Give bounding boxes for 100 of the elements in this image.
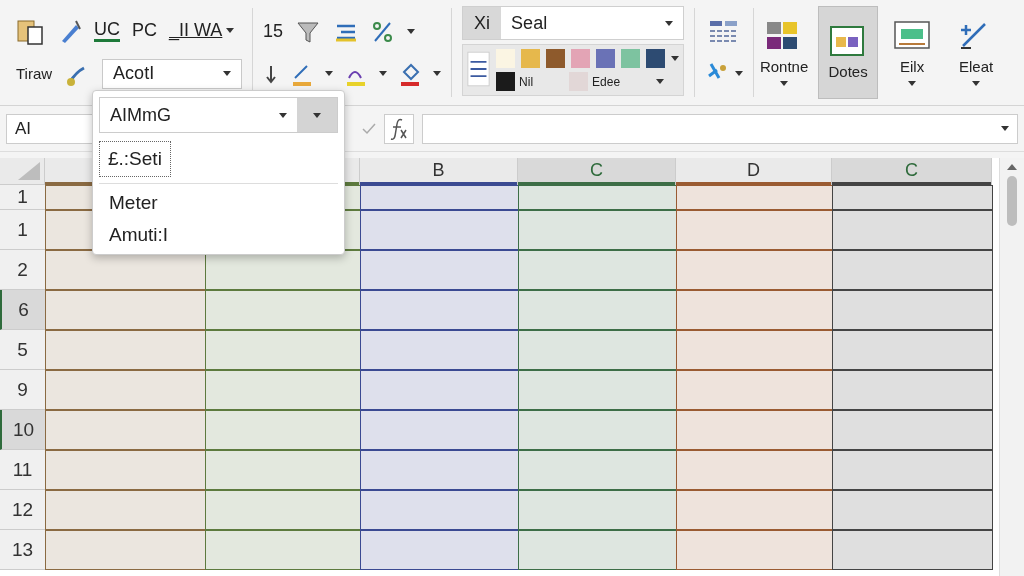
table-cell[interactable] [518, 410, 677, 450]
column-header[interactable]: C [518, 158, 676, 185]
font-style-button[interactable]: PC [132, 20, 157, 41]
check-icon[interactable] [362, 122, 376, 135]
table-cell[interactable] [518, 450, 677, 490]
table-cell[interactable] [45, 490, 206, 530]
table-cell[interactable] [360, 490, 519, 530]
table-cell[interactable] [676, 450, 833, 490]
ribbon-command-button[interactable]: Dotes [818, 6, 879, 99]
table-cell[interactable] [832, 250, 993, 290]
row-header[interactable]: 12 [0, 490, 45, 530]
table-cell[interactable] [360, 530, 519, 570]
table-cell[interactable] [832, 290, 993, 330]
table-cell[interactable] [518, 370, 677, 410]
table-cell[interactable] [45, 370, 206, 410]
table-cell[interactable] [45, 530, 206, 570]
table-cell[interactable] [518, 250, 677, 290]
style-dropdown[interactable]: Xi Seal [462, 6, 685, 40]
table-cell[interactable] [45, 330, 206, 370]
table-cell[interactable] [205, 330, 361, 370]
table-cell[interactable] [518, 490, 677, 530]
caret-icon [325, 71, 334, 76]
row-header[interactable]: 1 [0, 210, 45, 250]
caret-icon [972, 80, 981, 86]
menu-item[interactable]: £.:Seti [99, 141, 171, 177]
lines-icon[interactable] [467, 49, 491, 89]
table-cell[interactable] [360, 185, 519, 210]
row-header[interactable]: 2 [0, 250, 45, 290]
row-header[interactable]: 6 [0, 290, 45, 330]
color-swatch[interactable] [496, 72, 516, 91]
row-header[interactable]: 13 [0, 530, 45, 570]
formula-input[interactable] [422, 113, 1018, 144]
row-header[interactable]: 5 [0, 330, 45, 370]
color-swatch[interactable] [646, 49, 666, 68]
dropdown-field[interactable]: AIMmG [99, 97, 338, 133]
table-cell[interactable] [518, 210, 677, 250]
caret-icon [780, 80, 789, 86]
table-cell[interactable] [676, 250, 833, 290]
table-cell[interactable] [45, 450, 206, 490]
table-cell[interactable] [832, 185, 993, 210]
color-swatch[interactable] [571, 49, 591, 68]
table-cell[interactable] [205, 290, 361, 330]
scroll-up-icon[interactable] [1007, 164, 1017, 170]
table-cell[interactable] [518, 330, 677, 370]
ribbon-command-button[interactable]: Eilx [882, 6, 943, 99]
row-header[interactable]: 1 [0, 185, 45, 210]
table-cell[interactable] [360, 210, 519, 250]
table-cell[interactable] [676, 210, 833, 250]
color-swatch[interactable] [621, 49, 641, 68]
row-header[interactable]: 11 [0, 450, 45, 490]
row-header[interactable]: 10 [0, 410, 45, 450]
table-cell[interactable] [832, 410, 993, 450]
table-cell[interactable] [832, 370, 993, 410]
table-cell[interactable] [832, 490, 993, 530]
table-cell[interactable] [360, 250, 519, 290]
font-style-button[interactable]: UC [94, 19, 120, 42]
clipboard-label: Tiraw [16, 65, 53, 82]
table-cell[interactable] [205, 410, 361, 450]
row-header[interactable]: 9 [0, 370, 45, 410]
table-cell[interactable] [676, 370, 833, 410]
column-header[interactable]: C [832, 158, 992, 185]
table-cell[interactable] [676, 530, 833, 570]
table-cell[interactable] [360, 330, 519, 370]
function-icon[interactable] [384, 113, 414, 144]
table-cell[interactable] [676, 330, 833, 370]
swatch-label: Nil [519, 74, 534, 89]
table-cell[interactable] [832, 530, 993, 570]
column-header[interactable]: D [676, 158, 832, 185]
table-cell[interactable] [45, 290, 206, 330]
color-swatch[interactable] [596, 49, 616, 68]
scrollbar-thumb[interactable] [1007, 176, 1017, 226]
table-cell[interactable] [205, 490, 361, 530]
table-cell[interactable] [45, 410, 206, 450]
table-cell[interactable] [832, 450, 993, 490]
menu-item[interactable]: Meter [99, 184, 338, 216]
font-name-dropdown[interactable]: AcotI [102, 58, 243, 89]
table-cell[interactable] [518, 530, 677, 570]
font-style-button[interactable]: _II WA [169, 20, 235, 41]
color-swatch[interactable] [546, 49, 566, 68]
table-cell[interactable] [676, 290, 833, 330]
table-cell[interactable] [832, 330, 993, 370]
table-cell[interactable] [518, 290, 677, 330]
table-cell[interactable] [360, 370, 519, 410]
table-cell[interactable] [676, 490, 833, 530]
font-size-button[interactable]: 15 [263, 21, 284, 42]
table-cell[interactable] [676, 410, 833, 450]
ribbon-command-button[interactable]: Rontne [754, 6, 815, 99]
table-cell[interactable] [832, 210, 993, 250]
menu-item[interactable]: Amuti:I [99, 216, 338, 248]
table-cell[interactable] [360, 290, 519, 330]
table-cell[interactable] [205, 530, 361, 570]
table-cell[interactable] [518, 185, 677, 210]
ribbon-command-button[interactable]: Eleat [946, 6, 1007, 99]
column-header[interactable]: B [360, 158, 518, 185]
table-cell[interactable] [360, 450, 519, 490]
table-cell[interactable] [676, 185, 833, 210]
table-cell[interactable] [205, 450, 361, 490]
table-cell[interactable] [360, 410, 519, 450]
table-cell[interactable] [205, 370, 361, 410]
color-swatch[interactable] [521, 49, 541, 68]
